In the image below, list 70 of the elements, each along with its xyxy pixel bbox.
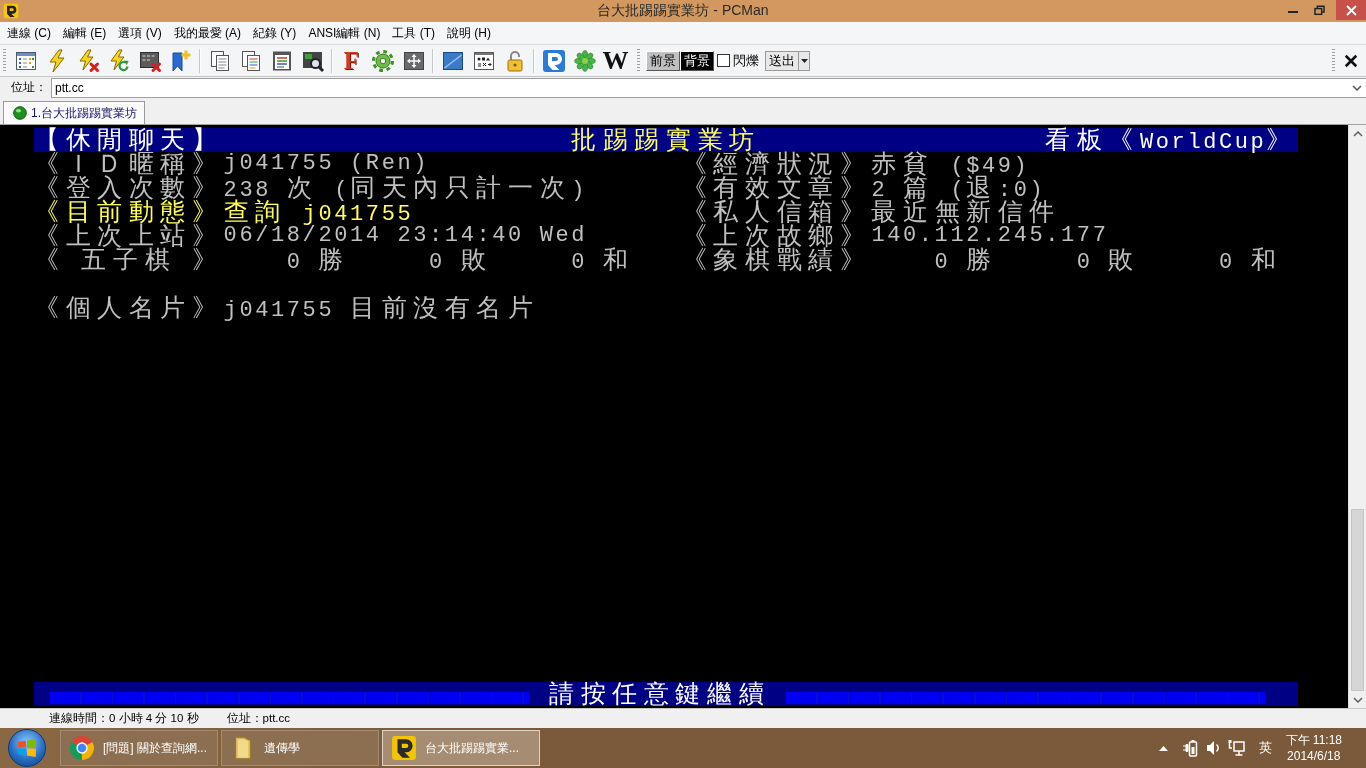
category-label: 【休閒聊天】 (34, 128, 224, 153)
menu-item[interactable]: 連線 (C) (1, 22, 57, 44)
round-logo-icon (69, 735, 95, 761)
status-dot-icon (13, 106, 27, 120)
record-result: 0 敗 (1076, 250, 1141, 275)
status-address: 位址：ptt.cc (226, 711, 291, 726)
close-icon (1344, 53, 1358, 68)
speaker-icon[interactable] (1204, 739, 1220, 757)
close-icon (1345, 4, 1357, 16)
logo-icon[interactable] (541, 48, 566, 73)
menu-item[interactable]: 說明 (H) (441, 22, 498, 44)
field-label: 《有效文章》 (681, 176, 872, 200)
logo-icon (391, 735, 417, 761)
caret-up-icon[interactable] (1158, 745, 1168, 751)
caret-up-icon (1352, 130, 1363, 137)
caret-down-icon (1352, 696, 1363, 703)
restore-icon (1314, 4, 1325, 16)
send-button[interactable]: 送出 (765, 50, 799, 71)
logo-icon (3, 3, 19, 19)
scroll-thumb[interactable] (1351, 509, 1364, 691)
prompt-text: 請按任意鍵繼續 (548, 682, 771, 706)
menu-item[interactable]: 工具 (T) (386, 22, 442, 44)
battery-icon[interactable] (1181, 739, 1198, 757)
address-label: 位址： (11, 79, 47, 96)
field-label: 《目前動態》 (34, 200, 224, 224)
taskbar-button[interactable]: [問題] 關於查詢網... (60, 730, 218, 766)
letter-button[interactable]: F (337, 47, 366, 74)
menu-item[interactable]: ANSI編輯 (N) (302, 22, 387, 44)
field-label: 《象棋戰績》 (681, 248, 872, 272)
caret-down-icon (800, 58, 808, 63)
field-label: 《個人名片》 (34, 296, 224, 320)
address-field[interactable]: ptt.cc (51, 77, 1366, 98)
menu-item[interactable]: 編輯 (E) (57, 22, 113, 44)
taskbar-button[interactable]: 遺傳學 (221, 730, 379, 766)
tab[interactable]: 1.台大批踢踢實業坊 (3, 101, 145, 124)
field-label: 《 五子棋 》 (34, 248, 224, 272)
blink-label: 閃爍 (733, 51, 759, 70)
gear-icon[interactable] (370, 48, 395, 73)
clock-button[interactable]: 下午 11:18 2014/6/18 (1285, 732, 1342, 764)
field-label: 《經濟狀況》 (681, 152, 872, 176)
menu-item[interactable]: 選項 (V) (112, 22, 168, 44)
field-value: 赤貧 ($49) (871, 152, 1030, 176)
caret-down-icon[interactable] (1352, 84, 1362, 91)
connection-time: 連線時間：0 小時 4 分 10 秒 (49, 711, 199, 726)
dropdown-button[interactable] (799, 50, 810, 71)
field-label: 《上次故鄉》 (681, 224, 872, 248)
field-label: 《上次上站》 (34, 224, 224, 248)
language-button[interactable]: 英 (1258, 739, 1272, 757)
field-label: 《私人信箱》 (681, 200, 872, 224)
field-value: 140.112.245.177 (871, 224, 1109, 248)
field-value: 最近無新信件 (871, 200, 1061, 224)
field-label: 《ＩＤ暱稱》 (34, 152, 224, 176)
blink-checkbox[interactable] (717, 54, 730, 67)
field-value: 06/18/2014 23:14:40 Wed (223, 224, 588, 248)
start-button[interactable] (8, 729, 46, 767)
flower-icon[interactable] (572, 48, 597, 73)
menu-item[interactable]: 紀錄 (Y) (247, 22, 303, 44)
window-title: 台大批踢踢實業坊 - PCMan (597, 2, 769, 20)
menu-item[interactable]: 我的最愛 (A) (167, 22, 248, 44)
color-button[interactable]: 背景 (680, 50, 714, 71)
flag-icon (17, 738, 37, 758)
color-button[interactable]: 前景 (646, 50, 680, 71)
scrollbar[interactable] (1348, 125, 1366, 708)
field-label: 《登入次數》 (34, 176, 224, 200)
field-value: j041755 (Ren) (223, 152, 430, 176)
network-icon[interactable] (1227, 739, 1245, 757)
record-result: 0 敗 (429, 250, 493, 275)
field-value: j041755 目前沒有名片 (223, 296, 540, 320)
letter-button[interactable]: W (601, 47, 630, 74)
field-value: 查詢 j041755 (223, 200, 414, 224)
